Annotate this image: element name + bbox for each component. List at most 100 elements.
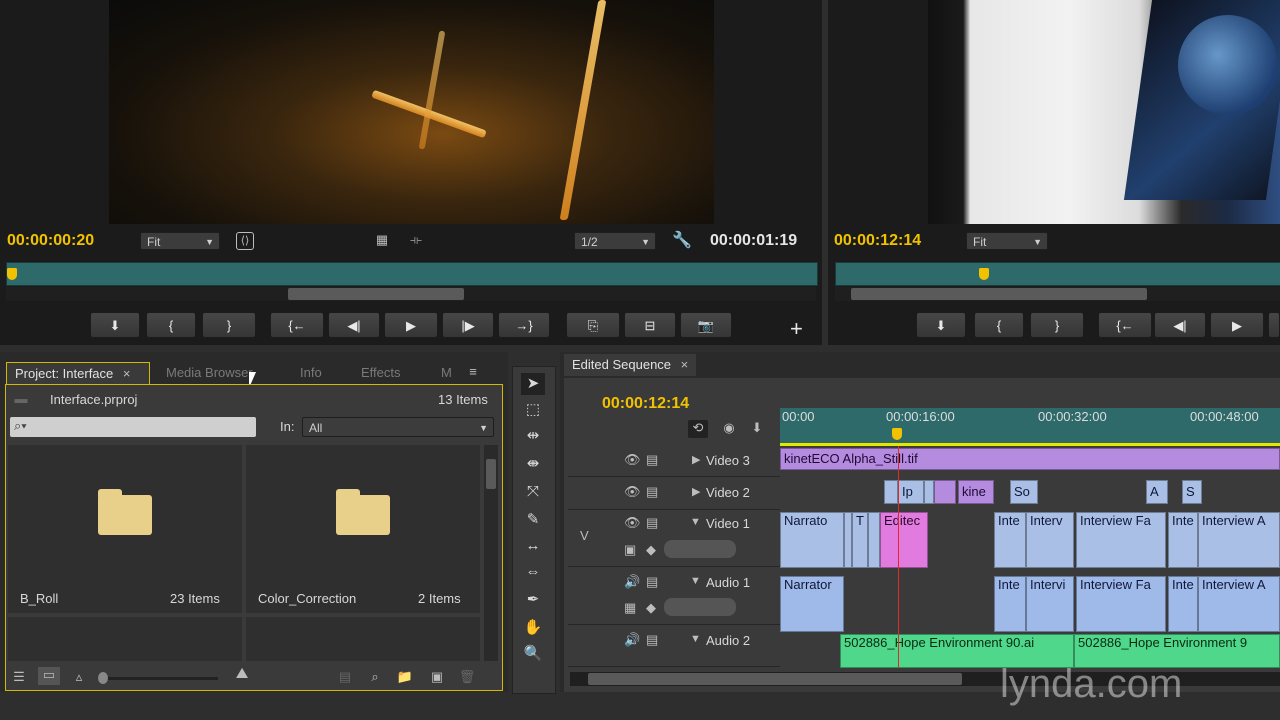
rolling-edit-tool-icon[interactable]: ⇼: [521, 453, 545, 475]
ripple-edit-tool-icon[interactable]: ⇹: [521, 425, 545, 447]
sync-lock-icon[interactable]: ▤: [646, 574, 658, 590]
mark-out-button[interactable]: }: [1030, 312, 1084, 338]
slider-thumb[interactable]: [98, 672, 108, 684]
clip[interactable]: kine: [958, 480, 994, 504]
rate-stretch-tool-icon[interactable]: ⤧: [521, 481, 545, 503]
clip[interactable]: Interview Fa: [1076, 512, 1166, 568]
clip[interactable]: [868, 512, 880, 568]
clip[interactable]: Inte: [994, 576, 1026, 632]
clip[interactable]: Inte: [1168, 576, 1198, 632]
slide-tool-icon[interactable]: ⇔: [521, 561, 545, 583]
clip[interactable]: Ip: [898, 480, 924, 504]
go-to-out-button[interactable]: →}: [498, 312, 550, 338]
tab-info[interactable]: Info: [300, 362, 322, 384]
eye-icon[interactable]: 👁: [624, 515, 641, 531]
step-back-button[interactable]: ◀|: [1154, 312, 1206, 338]
drag-audio-icon[interactable]: ⟛: [406, 232, 426, 248]
tab-effects[interactable]: Effects: [361, 362, 401, 384]
new-item-icon[interactable]: ▣: [428, 669, 446, 685]
expand-triangle-icon[interactable]: ▶: [692, 485, 700, 498]
sync-lock-icon[interactable]: ▤: [646, 484, 658, 500]
display-style-icon[interactable]: ▣: [624, 542, 636, 558]
zoom-in-icon[interactable]: ⛰: [230, 665, 254, 682]
eye-icon[interactable]: 👁: [624, 452, 641, 468]
speaker-icon[interactable]: 🔊: [624, 574, 640, 590]
scrollbar-thumb[interactable]: [486, 459, 496, 489]
find-icon[interactable]: ⌕: [366, 669, 384, 685]
new-bin-icon[interactable]: 📁: [396, 669, 414, 685]
source-resolution-select[interactable]: 1/2 ▼: [574, 232, 656, 250]
eye-icon[interactable]: 👁: [624, 484, 641, 500]
clip[interactable]: [844, 512, 852, 568]
program-zoom-scrollbar[interactable]: [835, 287, 1280, 301]
source-zoom-scrollbar[interactable]: [6, 287, 816, 301]
overwrite-button[interactable]: ⊟: [624, 312, 676, 338]
automate-icon[interactable]: ▤: [336, 669, 354, 685]
clip[interactable]: Intervi: [1026, 576, 1074, 632]
linked-selection-icon[interactable]: ◉: [720, 420, 738, 436]
add-marker-icon[interactable]: ⬇: [750, 420, 764, 436]
play-button[interactable]: ▶: [384, 312, 438, 338]
zoom-slider[interactable]: [98, 672, 218, 684]
clip[interactable]: [934, 480, 956, 504]
clip[interactable]: [884, 480, 898, 504]
display-style-icon[interactable]: ▦: [624, 600, 636, 616]
trash-icon[interactable]: 🗑: [458, 669, 476, 685]
search-input[interactable]: ⌕▾: [10, 417, 256, 437]
mark-in-button[interactable]: {: [146, 312, 196, 338]
playhead-icon[interactable]: [979, 268, 989, 280]
add-marker-button[interactable]: ⬇: [916, 312, 966, 338]
source-timecode[interactable]: 00:00:00:20: [7, 232, 94, 250]
clip[interactable]: [924, 480, 934, 504]
project-vertical-scrollbar[interactable]: [484, 445, 498, 661]
snap-icon[interactable]: ⟲: [688, 420, 708, 438]
tab-media-browser[interactable]: Media Browser: [166, 362, 253, 384]
expand-triangle-icon[interactable]: ▶: [692, 453, 700, 466]
zoom-out-icon[interactable]: ▵: [72, 669, 86, 685]
tab-project[interactable]: Project: Interface ×: [6, 362, 150, 384]
mark-out-button[interactable]: }: [202, 312, 256, 338]
track-select-tool-icon[interactable]: ⬚: [521, 399, 545, 421]
clip[interactable]: kinetECO Alpha_Still.tif: [780, 448, 1280, 470]
clip[interactable]: S: [1182, 480, 1202, 504]
hand-tool-icon[interactable]: ✋: [521, 617, 545, 639]
insert-button[interactable]: ⎘: [566, 312, 620, 338]
scrollbar-thumb[interactable]: [588, 673, 962, 685]
clip[interactable]: Inte: [994, 512, 1026, 568]
source-target-v[interactable]: V: [580, 528, 589, 543]
export-frame-button[interactable]: 📷: [680, 312, 732, 338]
film-icon[interactable]: ▦: [374, 232, 390, 248]
timeline-ruler[interactable]: 00:00 00:00:16:00 00:00:32:00 00:00:48:0…: [780, 408, 1280, 446]
panel-menu-icon[interactable]: ≡: [462, 364, 484, 379]
source-time-ruler[interactable]: [6, 262, 818, 286]
sync-lock-icon[interactable]: ▤: [646, 515, 658, 531]
pen-tool-icon[interactable]: ✒: [521, 589, 545, 611]
go-to-in-button[interactable]: {←: [270, 312, 324, 338]
selection-tool-icon[interactable]: ➤: [521, 373, 545, 395]
step-forward-button[interactable]: |▶: [442, 312, 494, 338]
razor-tool-icon[interactable]: ✎: [521, 509, 545, 531]
wrench-icon[interactable]: 🔧: [672, 230, 692, 250]
program-time-ruler[interactable]: [835, 262, 1280, 286]
step-forward-button[interactable]: [1268, 312, 1280, 338]
add-marker-button[interactable]: ⬇: [90, 312, 140, 338]
play-button[interactable]: ▶: [1210, 312, 1264, 338]
keyframe-icon[interactable]: ◆: [646, 542, 656, 558]
sequence-timecode[interactable]: 00:00:12:14: [602, 395, 689, 413]
playhead-icon[interactable]: [892, 428, 902, 440]
close-icon[interactable]: ×: [681, 357, 689, 372]
clip[interactable]: Interview Fa: [1076, 576, 1166, 632]
sync-lock-icon[interactable]: ▤: [646, 632, 658, 648]
clip[interactable]: Editec: [880, 512, 928, 568]
program-timecode[interactable]: 00:00:12:14: [834, 232, 921, 250]
keyframe-dropdown[interactable]: [664, 598, 736, 616]
source-zoom-select[interactable]: Fit ▼: [140, 232, 220, 250]
close-icon[interactable]: ×: [123, 366, 131, 381]
scrollbar-thumb[interactable]: [288, 288, 464, 300]
scrollbar-thumb[interactable]: [851, 288, 1147, 300]
zoom-tool-icon[interactable]: 🔍: [521, 643, 545, 665]
clip[interactable]: A: [1146, 480, 1168, 504]
clip[interactable]: Interview A: [1198, 512, 1280, 568]
go-to-in-button[interactable]: {←: [1098, 312, 1152, 338]
bin-item[interactable]: Color_Correction 2 Items: [246, 445, 480, 613]
